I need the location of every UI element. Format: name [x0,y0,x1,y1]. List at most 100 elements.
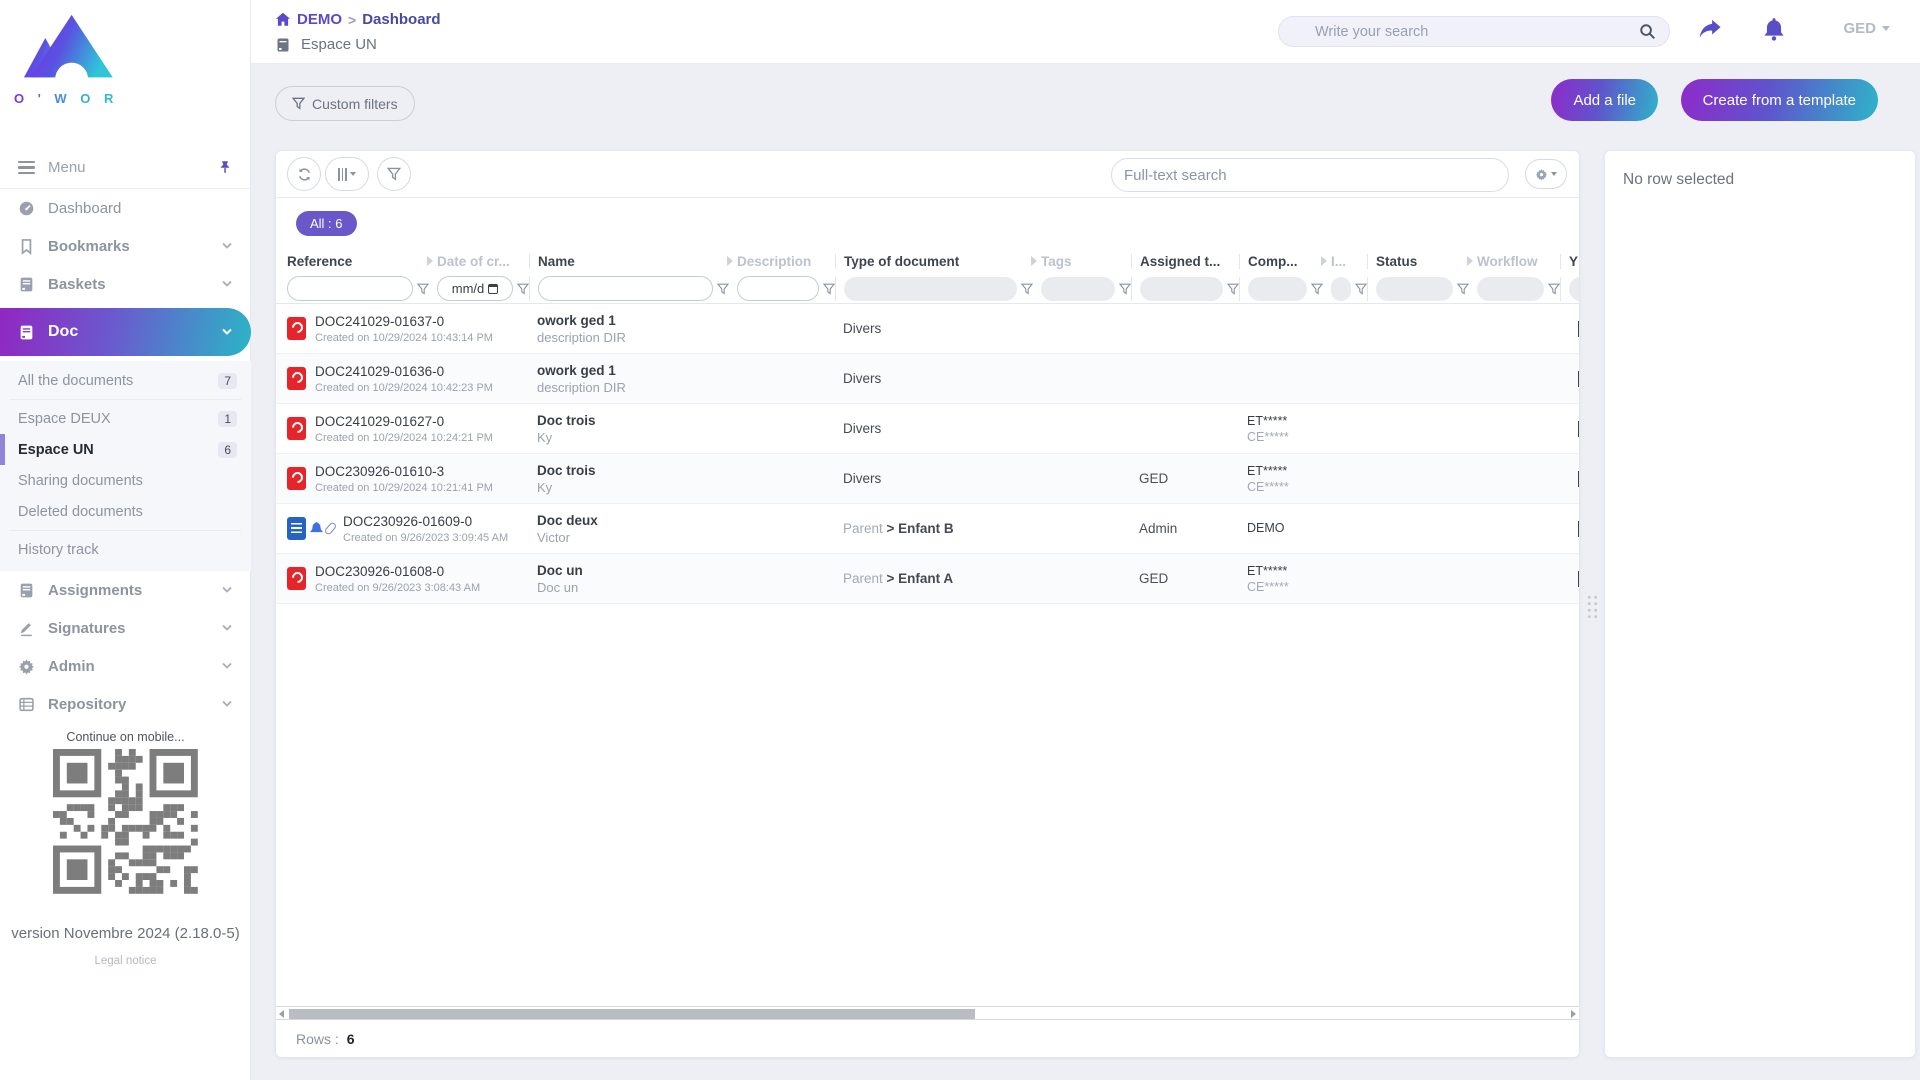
table-row[interactable]: DOC241029-01636-0 Created on 10/29/2024 … [276,354,1579,404]
column-header-reference[interactable]: Reference [287,254,437,269]
filter-name [529,276,737,301]
breadcrumb-current[interactable]: Dashboard [362,11,440,28]
column-header-workflow[interactable]: Workflow [1477,254,1568,269]
filter-name-input[interactable] [538,276,713,301]
expand-arrow-icon[interactable] [427,256,433,266]
table-row[interactable]: DOC230926-01609-0 Created on 9/26/2023 3… [276,504,1579,554]
sidebar-item-all-documents[interactable]: All the documents 7 [0,365,251,396]
chevron-down-icon [350,172,356,176]
funnel-icon[interactable] [517,283,529,295]
scroll-right-arrow[interactable] [1571,1010,1576,1018]
legal-notice-link[interactable]: Legal notice [0,955,251,967]
search-icon[interactable] [1639,23,1657,41]
table-row[interactable]: DOC241029-01637-0 Created on 10/29/2024 … [276,304,1579,354]
fulltext-search-input[interactable] [1124,167,1496,184]
document-reference: DOC230926-01610-3 [315,464,493,479]
document-subtitle: Ky [537,480,729,495]
funnel-icon[interactable] [1119,283,1131,295]
add-file-button[interactable]: Add a file [1551,79,1658,121]
filter-reference-input[interactable] [287,276,413,301]
rows-label: Rows : [296,1031,339,1047]
document-created-date: Created on 9/26/2023 3:09:45 AM [343,532,508,544]
filter-button[interactable] [377,157,411,191]
sidebar-item-dashboard[interactable]: Dashboard [0,189,251,227]
sidebar-item-admin[interactable]: Admin [0,647,251,685]
app-logo[interactable]: O ' W O R K [14,10,126,106]
document-created-date: Created on 10/29/2024 10:24:21 PM [315,432,493,444]
refresh-button[interactable] [287,157,321,191]
user-menu[interactable]: GED [1843,20,1890,37]
funnel-icon[interactable] [1021,283,1033,295]
breadcrumb-root[interactable]: DEMO [297,11,342,28]
comp-cell: DEMO [1247,521,1331,537]
panel-resize-handle[interactable] [1586,594,1599,622]
sidebar-item-baskets[interactable]: Baskets [0,265,251,303]
calendar-icon [488,284,498,294]
y-cell [1568,371,1580,387]
column-header-description[interactable]: Description [737,254,843,269]
expand-arrow-icon[interactable] [1031,256,1037,266]
document-icons [287,467,306,490]
document-name: owork ged 1 [537,313,729,328]
column-header-status[interactable]: Status [1367,254,1477,269]
expand-arrow-icon[interactable] [1467,256,1473,266]
gauge-icon [18,200,35,217]
count-badge: 1 [218,411,237,427]
document-icons [287,367,306,390]
sidebar-item-repository[interactable]: Repository [0,685,251,723]
scroll-left-arrow[interactable] [279,1010,284,1018]
expand-arrow-icon[interactable] [727,256,733,266]
column-header-date-of-creation[interactable]: Date of cr... [437,254,537,269]
share-icon[interactable] [1698,18,1722,40]
funnel-icon[interactable] [717,283,729,295]
column-header-name[interactable]: Name [529,254,737,269]
column-header-assigned[interactable]: Assigned t... [1131,254,1247,269]
sidebar-item-espace-un[interactable]: Espace UN 6 [0,434,251,465]
funnel-icon[interactable] [1355,283,1367,295]
filter-comp [1239,277,1331,301]
menu-label: Menu [48,159,217,176]
expand-arrow-icon[interactable] [1321,256,1327,266]
column-header-tags[interactable]: Tags [1041,254,1139,269]
hamburger-icon[interactable] [18,161,35,174]
funnel-icon[interactable] [1457,283,1469,295]
scrollbar-thumb[interactable] [289,1009,975,1019]
sidebar-item-sharing-documents[interactable]: Sharing documents [0,465,251,496]
document-subtitle: Victor [537,530,729,545]
all-count-chip[interactable]: All : 6 [296,211,357,236]
sidebar-item-assignments[interactable]: Assignments [0,571,251,609]
table-settings-button[interactable] [1525,159,1567,189]
sidebar-item-signatures[interactable]: Signatures [0,609,251,647]
clipped-text-fragment [1578,421,1580,437]
filter-date-input[interactable]: mm/d [437,276,513,301]
custom-filters-button[interactable]: Custom filters [275,86,415,121]
table-row[interactable]: DOC230926-01608-0 Created on 9/26/2023 3… [276,554,1579,604]
horizontal-scrollbar[interactable] [276,1006,1579,1020]
sidebar-item-bookmarks[interactable]: Bookmarks [0,227,251,265]
funnel-icon[interactable] [1227,283,1239,295]
filter-description-input[interactable] [737,276,819,301]
home-icon[interactable] [275,12,291,27]
notifications-bell-icon[interactable] [1762,17,1786,42]
funnel-icon[interactable] [1311,283,1323,295]
sidebar-item-espace-deux[interactable]: Espace DEUX 1 [0,403,251,434]
create-from-template-button[interactable]: Create from a template [1681,79,1878,121]
columns-button[interactable] [325,157,369,191]
assigned-cell: Admin [1139,521,1247,536]
table-row[interactable]: DOC241029-01627-0 Created on 10/29/2024 … [276,404,1579,454]
funnel-icon[interactable] [1548,283,1560,295]
sidebar-item-history-track[interactable]: History track [0,534,251,565]
column-header-type[interactable]: Type of document [835,254,1041,269]
funnel-icon[interactable] [823,283,835,295]
column-header-y[interactable]: Y [1560,254,1580,269]
sidebar-item-deleted-documents[interactable]: Deleted documents [0,496,251,527]
global-search-input[interactable] [1315,24,1639,40]
reference-cell: DOC241029-01627-0 Created on 10/29/2024 … [287,414,537,444]
name-cell: owork ged 1 description DIR [537,363,737,395]
table-row[interactable]: DOC230926-01610-3 Created on 10/29/2024 … [276,454,1579,504]
column-header-comp[interactable]: Comp... [1239,254,1331,269]
funnel-icon[interactable] [417,283,429,295]
clipped-text-fragment [1578,321,1580,337]
pin-icon[interactable] [217,160,233,176]
sidebar-item-doc[interactable]: Doc [0,308,251,356]
